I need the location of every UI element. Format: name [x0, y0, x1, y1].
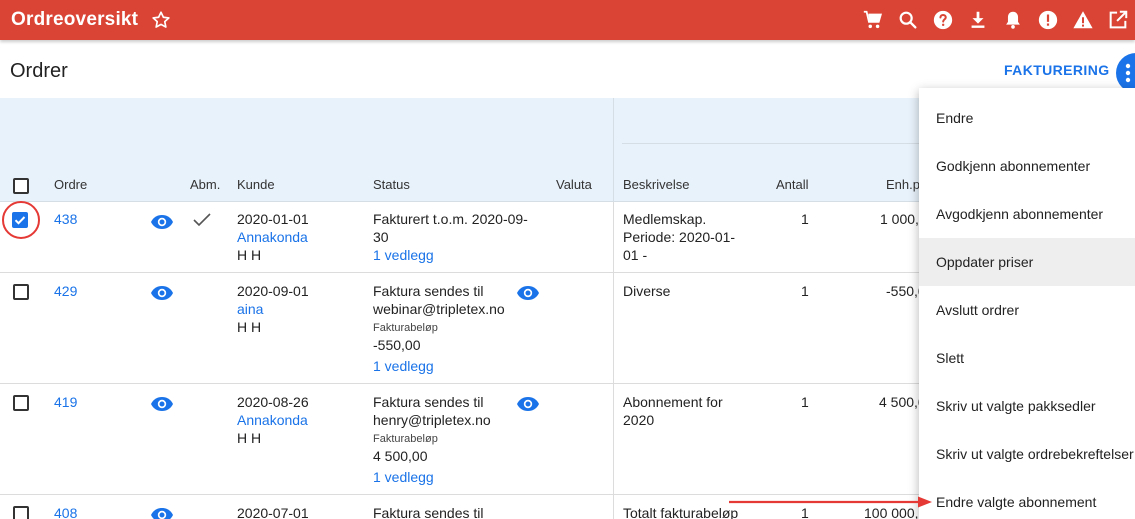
column-divider [613, 495, 614, 519]
contact-initials: H H [237, 247, 262, 263]
status-text-cont: 30 [373, 229, 389, 245]
actions-menu: Endre Godkjenn abonnementer Avgodkjenn a… [919, 88, 1135, 519]
eye-icon[interactable] [150, 507, 174, 519]
column-divider [613, 98, 614, 202]
description-text: Medlemskap. [623, 211, 707, 227]
header-order[interactable]: Ordre [54, 177, 87, 192]
attachments-link[interactable]: 1 vedlegg [373, 357, 434, 375]
menu-item-delete[interactable]: Slett [919, 334, 1135, 382]
bell-icon[interactable] [995, 0, 1030, 40]
amount-value: -550,00 [373, 337, 421, 353]
order-number-link[interactable]: 419 [54, 393, 77, 411]
order-date: 2020-07-01 [237, 505, 309, 519]
header-subscription[interactable]: Abm. [190, 177, 220, 192]
menu-item-close-orders[interactable]: Avslutt ordrer [919, 286, 1135, 334]
status-email: henry@tripletex.no [373, 412, 491, 428]
status-text: Fakturert t.o.m. 2020-09- [373, 211, 528, 227]
download-icon[interactable] [960, 0, 995, 40]
customer-link[interactable]: aina [237, 300, 263, 318]
open-external-icon[interactable] [1100, 0, 1135, 40]
eye-icon[interactable] [516, 285, 540, 301]
select-all-checkbox[interactable] [13, 178, 29, 194]
header-customer[interactable]: Kunde [237, 177, 275, 192]
app-title: Ordreoversikt [11, 9, 139, 30]
status-email: webinar@tripletex.no [373, 301, 505, 317]
star-icon[interactable] [150, 9, 172, 31]
eye-icon[interactable] [516, 396, 540, 412]
order-number-link[interactable]: 438 [54, 210, 77, 228]
menu-item-print-packing-slips[interactable]: Skriv ut valgte pakksedler [919, 382, 1135, 430]
cart-icon[interactable] [855, 0, 890, 40]
description-text-cont: 2020 [623, 412, 655, 428]
amount-label: Fakturabeløp [373, 322, 438, 334]
header-description[interactable]: Beskrivelse [623, 177, 689, 192]
status-text: Faktura sendes til [373, 283, 484, 299]
header-currency[interactable]: Valuta [556, 177, 592, 192]
contact-initials: H H [237, 319, 262, 335]
top-app-bar: Ordreoversikt [0, 0, 1135, 40]
customer-link[interactable]: Annakonda [237, 228, 308, 246]
customer-link[interactable]: Annakonda [237, 411, 308, 429]
amount-value: 4 500,00 [373, 448, 428, 464]
eye-icon[interactable] [150, 285, 174, 301]
description-text-cont: Periode: 2020-01- [623, 229, 736, 245]
attachments-link[interactable]: 1 vedlegg [373, 468, 434, 486]
description-text: Abonnement for [623, 394, 723, 410]
column-divider [613, 202, 614, 272]
description-text: Diverse [623, 283, 671, 299]
order-number-link[interactable]: 408 [54, 504, 77, 519]
attachments-link[interactable]: 1 vedlegg [373, 246, 434, 264]
page-title: Ordrer [10, 60, 68, 82]
column-divider [613, 273, 614, 383]
eye-icon[interactable] [150, 214, 174, 230]
quantity-value: 1 [801, 211, 809, 227]
status-text: Faktura sendes til [373, 394, 484, 410]
order-date: 2020-01-01 [237, 211, 309, 227]
selection-highlight-circle [2, 201, 40, 239]
help-icon[interactable] [925, 0, 960, 40]
search-icon[interactable] [890, 0, 925, 40]
toolbar-icons [855, 0, 1135, 40]
status-text: Faktura sendes til [373, 505, 484, 519]
contact-initials: H H [237, 430, 262, 446]
menu-item-update-prices[interactable]: Oppdater priser [919, 238, 1135, 286]
menu-item-unapprove-subscriptions[interactable]: Avgodkjenn abonnementer [919, 190, 1135, 238]
order-number-link[interactable]: 429 [54, 282, 77, 300]
row-checkbox[interactable] [13, 395, 29, 411]
invoicing-button[interactable]: FAKTURERING [1004, 62, 1110, 78]
more-actions-button[interactable] [1116, 53, 1135, 93]
quantity-value: 1 [801, 283, 809, 299]
order-date: 2020-09-01 [237, 283, 309, 299]
menu-item-approve-subscriptions[interactable]: Godkjenn abonnementer [919, 142, 1135, 190]
amount-label: Fakturabeløp [373, 433, 438, 445]
header-status[interactable]: Status [373, 177, 410, 192]
menu-item-endre[interactable]: Endre [919, 94, 1135, 142]
column-divider [613, 384, 614, 494]
row-checkbox[interactable] [13, 506, 29, 519]
header-quantity[interactable]: Antall [776, 177, 809, 192]
quantity-value: 1 [801, 394, 809, 410]
more-vert-icon [1125, 63, 1131, 83]
menu-item-edit-selected-subscriptions[interactable]: Endre valgte abonnement [919, 478, 1135, 519]
description-text: Totalt fakturabeløp [623, 505, 739, 519]
row-checkbox[interactable] [13, 284, 29, 300]
subscription-check-icon [192, 212, 212, 231]
eye-icon[interactable] [150, 396, 174, 412]
menu-item-print-order-confirmations[interactable]: Skriv ut valgte ordrebekreftelser [919, 430, 1135, 478]
order-date: 2020-08-26 [237, 394, 309, 410]
annotation-arrow-icon [729, 496, 932, 508]
warning-icon[interactable] [1065, 0, 1100, 40]
description-text-cont: 01 - [623, 247, 648, 263]
error-icon[interactable] [1030, 0, 1065, 40]
